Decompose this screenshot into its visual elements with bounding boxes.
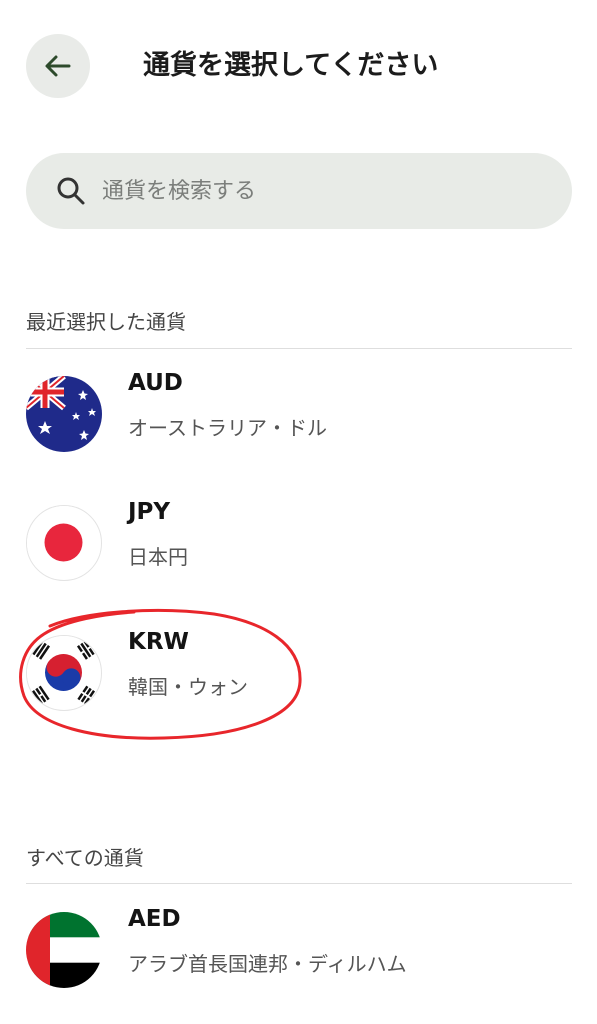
uae-flag-icon	[26, 912, 102, 988]
search-input[interactable]	[100, 177, 524, 205]
currency-row-aud[interactable]: AUD オーストラリア・ドル	[26, 366, 572, 462]
recent-section-title: 最近選択した通貨	[26, 310, 186, 334]
currency-row-aed[interactable]: AED アラブ首長国連邦・ディルハム	[26, 902, 572, 998]
japan-flag-icon	[26, 505, 102, 581]
section-divider	[26, 883, 572, 884]
currency-name: オーストラリア・ドル	[128, 416, 327, 440]
south-korea-flag-icon	[26, 635, 102, 711]
currency-code: KRW	[128, 629, 189, 655]
australia-flag-icon	[26, 376, 102, 452]
currency-row-krw[interactable]: KRW 韓国・ウォン	[26, 625, 572, 721]
currency-code: AUD	[128, 370, 183, 396]
section-divider	[26, 348, 572, 349]
search-bar[interactable]	[26, 153, 572, 229]
currency-code: JPY	[128, 499, 171, 525]
currency-name: 日本円	[128, 545, 188, 569]
back-button[interactable]	[26, 34, 90, 98]
page-title: 通貨を選択してください	[143, 50, 439, 81]
currency-name: アラブ首長国連邦・ディルハム	[128, 952, 407, 976]
arrow-left-icon	[45, 55, 71, 77]
currency-row-jpy[interactable]: JPY 日本円	[26, 495, 572, 591]
currency-name: 韓国・ウォン	[128, 675, 248, 699]
all-section-title: すべての通貨	[26, 846, 144, 870]
search-icon	[56, 175, 88, 207]
currency-code: AED	[128, 906, 181, 932]
